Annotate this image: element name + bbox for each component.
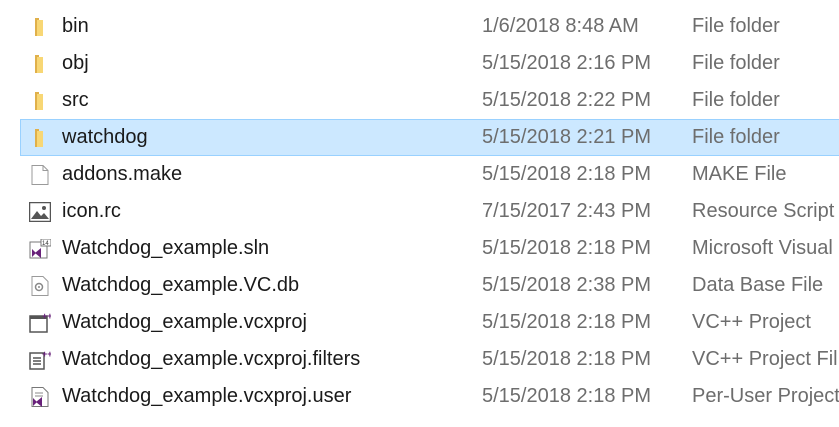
file-name: watchdog bbox=[62, 126, 148, 148]
file-name: addons.make bbox=[62, 163, 183, 185]
file-date-modified: 5/15/2018 2:18 PM bbox=[482, 237, 652, 259]
file-row[interactable]: Watchdog_example.vcxproj.user 5/15/2018 … bbox=[20, 378, 839, 415]
file-date-modified: 5/15/2018 2:18 PM bbox=[482, 311, 652, 333]
folder-icon bbox=[29, 17, 51, 37]
folder-icon bbox=[29, 54, 51, 74]
file-type: VC++ Project bbox=[692, 311, 811, 333]
file-date-modified: 5/15/2018 2:18 PM bbox=[482, 385, 652, 407]
file-row[interactable]: ++ Watchdog_example.vcxproj.filters 5/15… bbox=[20, 341, 839, 378]
file-type: File folder bbox=[692, 126, 780, 148]
visual-studio-solution-icon: 14 bbox=[29, 238, 52, 259]
database-file-icon bbox=[29, 276, 51, 296]
file-list: bin 1/6/2018 8:48 AM File folder obj 5/1… bbox=[0, 0, 839, 427]
file-name: Watchdog_example.sln bbox=[62, 237, 270, 259]
file-type: Data Base File bbox=[692, 274, 824, 296]
file-name: obj bbox=[62, 52, 89, 74]
file-name: icon.rc bbox=[62, 200, 121, 222]
file-row[interactable]: bin 1/6/2018 8:48 AM File folder bbox=[20, 8, 839, 45]
file-date-modified: 1/6/2018 8:48 AM bbox=[482, 15, 639, 37]
file-date-modified: 7/15/2017 2:43 PM bbox=[482, 200, 652, 222]
file-name: Watchdog_example.vcxproj.user bbox=[62, 385, 352, 407]
file-name: src bbox=[62, 89, 89, 111]
file-type: Microsoft Visual bbox=[692, 237, 833, 259]
file-type: File folder bbox=[692, 89, 780, 111]
file-date-modified: 5/15/2018 2:38 PM bbox=[482, 274, 652, 296]
svg-text:++: ++ bbox=[42, 313, 51, 321]
folder-icon bbox=[29, 91, 51, 111]
file-type: Per-User Project bbox=[692, 385, 839, 407]
vc-project-icon: ++ bbox=[29, 311, 53, 333]
file-row[interactable]: 14 Watchdog_example.sln 5/15/2018 2:18 P… bbox=[20, 230, 839, 267]
file-date-modified: 5/15/2018 2:22 PM bbox=[482, 89, 652, 111]
file-date-modified: 5/15/2018 2:18 PM bbox=[482, 163, 652, 185]
file-type: File folder bbox=[692, 15, 780, 37]
svg-text:++: ++ bbox=[42, 350, 51, 359]
file-date-modified: 5/15/2018 2:16 PM bbox=[482, 52, 652, 74]
file-row[interactable]: ++ Watchdog_example.vcxproj 5/15/2018 2:… bbox=[20, 304, 839, 341]
file-name: Watchdog_example.vcxproj.filters bbox=[62, 348, 361, 370]
file-name: Watchdog_example.VC.db bbox=[62, 274, 300, 296]
file-row[interactable]: src 5/15/2018 2:22 PM File folder bbox=[20, 82, 839, 119]
file-row[interactable]: addons.make 5/15/2018 2:18 PM MAKE File bbox=[20, 156, 839, 193]
file-type: MAKE File bbox=[692, 163, 787, 185]
file-row[interactable]: icon.rc 7/15/2017 2:43 PM Resource Scrip… bbox=[20, 193, 839, 230]
file-row[interactable]: obj 5/15/2018 2:16 PM File folder bbox=[20, 45, 839, 82]
file-name: Watchdog_example.vcxproj bbox=[62, 311, 307, 333]
file-date-modified: 5/15/2018 2:18 PM bbox=[482, 348, 652, 370]
folder-icon bbox=[29, 128, 51, 148]
vc-project-user-icon bbox=[29, 387, 51, 407]
file-type: Resource Script bbox=[692, 200, 835, 222]
file-name: bin bbox=[62, 15, 89, 37]
file-date-modified: 5/15/2018 2:21 PM bbox=[482, 126, 652, 148]
svg-text:14: 14 bbox=[42, 241, 49, 247]
vc-project-filters-icon: ++ bbox=[29, 349, 53, 370]
blank-file-icon bbox=[29, 165, 51, 185]
image-file-icon bbox=[28, 201, 52, 223]
file-type: File folder bbox=[692, 52, 780, 74]
file-row[interactable]: Watchdog_example.VC.db 5/15/2018 2:38 PM… bbox=[20, 267, 839, 304]
file-type: VC++ Project Fil bbox=[692, 348, 838, 370]
file-row-selected[interactable]: watchdog 5/15/2018 2:21 PM File folder bbox=[20, 119, 839, 156]
